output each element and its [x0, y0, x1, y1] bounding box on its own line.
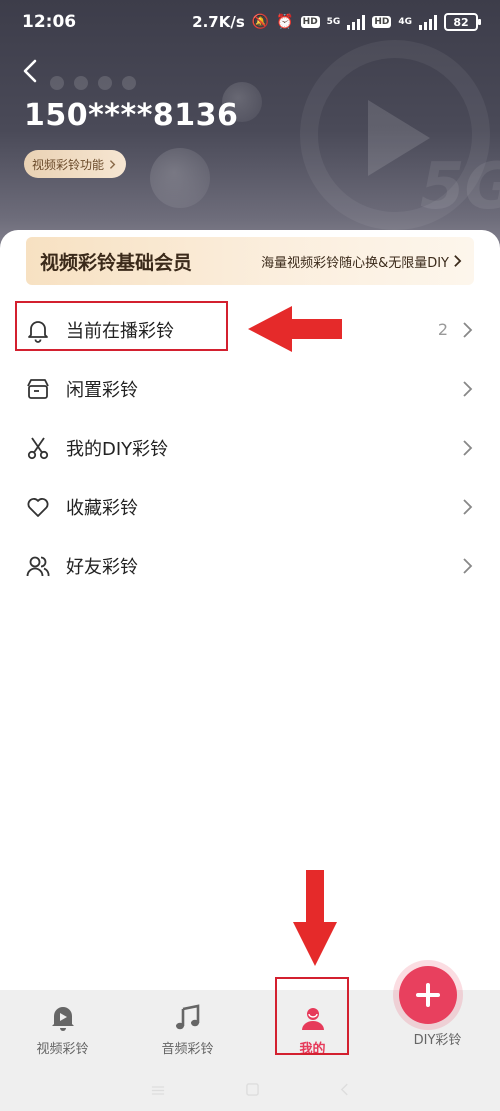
tab-label: 音频彩铃: [161, 1041, 214, 1057]
signal-icon: [419, 14, 437, 30]
annotation-arrow-down-icon: [293, 870, 337, 966]
menu-item-my-diy[interactable]: 我的DIY彩铃: [0, 418, 500, 477]
vip-desc-text: 海量视频彩铃随心换&无限量DIY: [261, 255, 449, 271]
network-type: 4G: [398, 17, 412, 27]
bell-icon: [24, 316, 52, 344]
heart-icon: [24, 493, 52, 521]
menu-nav-icon[interactable]: [151, 1081, 165, 1100]
box-icon: [24, 375, 52, 403]
decor-dot: [98, 76, 112, 90]
feature-pill[interactable]: 视频彩铃功能: [24, 150, 127, 178]
status-time: 12:06: [22, 12, 77, 32]
tab-video-ringtone[interactable]: 视频彩铃: [0, 990, 125, 1070]
vip-membership-card[interactable]: 视频彩铃基础会员 海量视频彩铃随心换&无限量DIY: [26, 237, 474, 285]
scissors-icon: [24, 434, 52, 462]
chevron-left-icon: [23, 59, 37, 83]
chevron-right-icon: [462, 321, 474, 339]
vip-title: 视频彩铃基础会员: [40, 251, 193, 274]
battery-icon: 82: [444, 13, 481, 31]
decor-dot: [122, 76, 136, 90]
status-bar: 12:06 2.7K/s 🔕 ⏰ HD 5G HD 4G 82: [0, 0, 500, 44]
decor-dot: [50, 76, 64, 90]
menu-item-friends[interactable]: 好友彩铃: [0, 536, 500, 595]
menu-item-count: 2: [437, 320, 448, 339]
back-button[interactable]: [16, 54, 44, 88]
diy-create-button[interactable]: [399, 966, 457, 1024]
tab-mine[interactable]: 我的: [250, 990, 375, 1070]
tab-label: DIY彩铃: [413, 1033, 462, 1048]
chevron-right-icon: [454, 255, 462, 267]
vip-desc: 海量视频彩铃随心换&无限量DIY: [261, 252, 462, 271]
chevron-right-icon: [462, 557, 474, 575]
status-icons: 2.7K/s 🔕 ⏰ HD 5G HD 4G 82: [192, 13, 481, 31]
system-nav-bar: [0, 1070, 500, 1111]
menu-item-label: 闲置彩铃: [66, 379, 138, 401]
mute-icon: 🔕: [251, 14, 270, 30]
tab-label: 视频彩铃: [36, 1041, 89, 1057]
alarm-icon: ⏰: [276, 14, 294, 30]
chevron-right-icon: [109, 159, 116, 169]
music-note-icon: [175, 1003, 199, 1029]
decor-dot: [74, 76, 88, 90]
net-speed: 2.7K/s: [192, 13, 245, 31]
chevron-right-icon: [462, 498, 474, 516]
plus-icon: [416, 983, 440, 1007]
home-nav-icon[interactable]: [246, 1081, 259, 1100]
network-type: 5G: [326, 17, 341, 27]
decor-5g-mark: 5G: [420, 150, 500, 224]
menu-item-label: 我的DIY彩铃: [66, 438, 169, 460]
hd-badge: HD: [372, 16, 392, 28]
tab-audio-ringtone[interactable]: 音频彩铃: [125, 990, 250, 1070]
annotation-arrow-left-icon: [248, 306, 342, 352]
signal-icon: [347, 14, 366, 30]
phone-number: 150****8136: [24, 98, 239, 133]
menu-item-label: 好友彩铃: [66, 556, 138, 578]
chevron-right-icon: [462, 380, 474, 398]
feature-pill-label: 视频彩铃功能: [32, 157, 105, 172]
decor-ball: [150, 148, 210, 208]
back-nav-icon[interactable]: [340, 1081, 349, 1100]
hd-badge: HD: [300, 16, 320, 28]
menu-item-label: 收藏彩铃: [66, 497, 138, 519]
menu-item-favorites[interactable]: 收藏彩铃: [0, 477, 500, 536]
menu-item-idle[interactable]: 闲置彩铃: [0, 359, 500, 418]
user-icon: [301, 1007, 324, 1030]
tab-label: 我的: [299, 1041, 326, 1057]
friends-icon: [24, 552, 52, 580]
chevron-right-icon: [462, 439, 474, 457]
video-bell-icon: [51, 1006, 74, 1031]
